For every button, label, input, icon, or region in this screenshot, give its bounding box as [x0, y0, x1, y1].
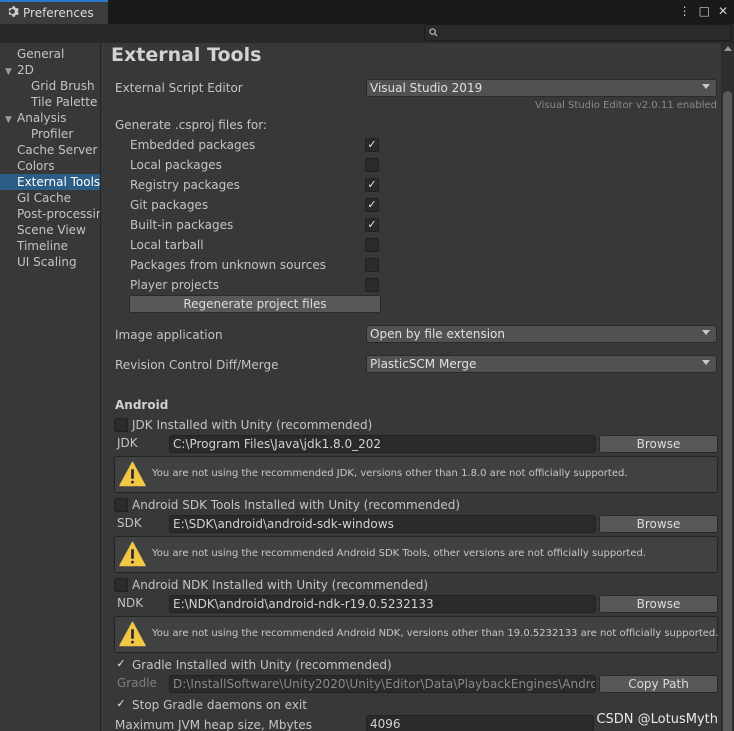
- option-builtin-checkbox[interactable]: ✓: [365, 218, 379, 232]
- option-tarball-label: Local tarball: [130, 238, 204, 252]
- sdk-path-field[interactable]: E:\SDK\android\android-sdk-windows: [169, 515, 596, 533]
- warning-icon: [119, 461, 146, 487]
- option-player-checkbox[interactable]: [365, 278, 379, 292]
- chevron-down-icon: [702, 84, 710, 89]
- gradle-installed-checkbox[interactable]: ✓: [114, 658, 128, 672]
- option-embedded-checkbox[interactable]: ✓: [365, 138, 379, 152]
- maximize-icon[interactable]: □: [699, 3, 710, 19]
- revision-control-label: Revision Control Diff/Merge: [115, 358, 279, 372]
- title-bar: Preferences ⋮ □ ✕: [0, 0, 734, 24]
- sdk-warning-box: You are not using the recommended Androi…: [114, 536, 718, 573]
- sidebar-item-tile-palette[interactable]: Tile Palette: [0, 94, 100, 110]
- sdk-warning-text: You are not using the recommended Androi…: [152, 548, 647, 559]
- stop-gradle-checkbox[interactable]: ✓: [114, 698, 128, 712]
- option-git-label: Git packages: [130, 198, 209, 212]
- script-editor-label: External Script Editor: [115, 81, 243, 95]
- expand-arrow-icon[interactable]: ▼: [0, 112, 17, 128]
- ndk-warning-box: You are not using the recommended Androi…: [114, 616, 718, 653]
- sidebar-item-external-tools[interactable]: External Tools: [0, 174, 100, 190]
- image-app-label: Image application: [115, 328, 223, 342]
- jdk-warning-box: You are not using the recommended JDK, v…: [114, 456, 718, 493]
- android-section-title: Android: [115, 398, 169, 412]
- chevron-down-icon: [702, 360, 710, 365]
- jdk-installed-checkbox[interactable]: [114, 418, 128, 432]
- sidebar-item-grid-brush[interactable]: Grid Brush: [0, 78, 100, 94]
- copy-path-button[interactable]: Copy Path: [599, 675, 718, 693]
- ndk-path-field[interactable]: E:\NDK\android\android-ndk-r19.0.5232133: [169, 595, 596, 613]
- ndk-browse-button[interactable]: Browse: [599, 595, 718, 613]
- sidebar-item-profiler[interactable]: Profiler: [0, 126, 100, 142]
- option-tarball-checkbox[interactable]: [365, 238, 379, 252]
- sdk-installed-checkbox[interactable]: [114, 498, 128, 512]
- option-builtin-label: Built-in packages: [130, 218, 234, 232]
- option-registry-label: Registry packages: [130, 178, 240, 192]
- gradle-field-label: Gradle: [117, 676, 157, 690]
- sdk-browse-button[interactable]: Browse: [599, 515, 718, 533]
- scroll-up-arrow-icon[interactable]: [724, 46, 732, 51]
- gradle-installed-label: Gradle Installed with Unity (recommended…: [132, 658, 392, 672]
- sidebar-item-analysis[interactable]: ▼ Analysis: [0, 110, 100, 126]
- expand-arrow-icon[interactable]: ▼: [0, 64, 17, 80]
- chevron-down-icon: [702, 330, 710, 335]
- sidebar-item-general[interactable]: General: [0, 46, 100, 62]
- option-player-label: Player projects: [130, 278, 220, 292]
- ndk-installed-label: Android NDK Installed with Unity (recomm…: [132, 578, 429, 592]
- sidebar-item-2d[interactable]: ▼ 2D: [0, 62, 100, 78]
- ndk-field-label: NDK: [117, 596, 144, 610]
- search-input[interactable]: [424, 24, 732, 41]
- page-title: External Tools: [111, 44, 262, 66]
- tab-preferences[interactable]: Preferences: [0, 0, 108, 24]
- csproj-heading: Generate .csproj files for:: [115, 118, 267, 132]
- sdk-field-label: SDK: [117, 516, 142, 530]
- sidebar-item-ui-scaling[interactable]: UI Scaling: [0, 254, 100, 270]
- stop-gradle-label: Stop Gradle daemons on exit: [132, 698, 307, 712]
- search-icon: [429, 28, 438, 37]
- settings-panel: External Tools External Script Editor Vi…: [102, 43, 734, 731]
- ndk-warning-text: You are not using the recommended Androi…: [152, 628, 719, 639]
- close-icon[interactable]: ✕: [718, 3, 728, 19]
- gradle-path-field[interactable]: D:\InstallSoftware\Unity2020\Unity\Edito…: [169, 675, 596, 693]
- watermark: CSDN @LotusMyth: [596, 712, 718, 727]
- option-embedded-label: Embedded packages: [130, 138, 256, 152]
- revision-control-dropdown[interactable]: PlasticSCM Merge: [366, 355, 717, 373]
- option-unknown-label: Packages from unknown sources: [130, 258, 326, 272]
- regenerate-project-files-button[interactable]: Regenerate project files: [129, 295, 381, 313]
- sdk-installed-label: Android SDK Tools Installed with Unity (…: [132, 498, 461, 512]
- ndk-installed-checkbox[interactable]: [114, 578, 128, 592]
- jdk-installed-label: JDK Installed with Unity (recommended): [132, 418, 373, 432]
- sidebar-item-gi-cache[interactable]: GI Cache: [0, 190, 100, 206]
- sidebar-item-timeline[interactable]: Timeline: [0, 238, 100, 254]
- jdk-field-label: JDK: [117, 436, 138, 450]
- scrollbar-thumb[interactable]: [723, 91, 732, 731]
- jvm-heap-input[interactable]: 4096: [366, 715, 594, 731]
- sidebar-item-post-processing[interactable]: Post-processin: [0, 206, 100, 222]
- jvm-heap-label: Maximum JVM heap size, Mbytes: [115, 718, 312, 731]
- script-editor-dropdown[interactable]: Visual Studio 2019: [366, 79, 717, 97]
- option-registry-checkbox[interactable]: ✓: [365, 178, 379, 192]
- option-git-checkbox[interactable]: ✓: [365, 198, 379, 212]
- script-editor-note: Visual Studio Editor v2.0.11 enabled: [535, 100, 717, 111]
- gear-icon: [6, 5, 19, 21]
- sidebar-item-cache-server[interactable]: Cache Server (: [0, 142, 100, 158]
- jdk-path-field[interactable]: C:\Program Files\Java\jdk1.8.0_202: [169, 435, 596, 453]
- preferences-sidebar: General ▼ 2D Grid Brush Tile Palette ▼ Ana…: [0, 43, 101, 731]
- sidebar-item-colors[interactable]: Colors: [0, 158, 100, 174]
- image-app-dropdown[interactable]: Open by file extension: [366, 325, 717, 343]
- option-local-checkbox[interactable]: [365, 158, 379, 172]
- tab-title: Preferences: [23, 6, 94, 20]
- warning-icon: [119, 541, 146, 567]
- vertical-scrollbar[interactable]: [721, 43, 734, 731]
- more-options-icon[interactable]: ⋮: [679, 3, 691, 19]
- option-local-label: Local packages: [130, 158, 222, 172]
- jdk-browse-button[interactable]: Browse: [599, 435, 718, 453]
- sidebar-item-scene-view[interactable]: Scene View: [0, 222, 100, 238]
- warning-icon: [119, 621, 146, 647]
- jdk-warning-text: You are not using the recommended JDK, v…: [152, 468, 628, 479]
- option-unknown-checkbox[interactable]: [365, 258, 379, 272]
- search-row: [0, 24, 734, 43]
